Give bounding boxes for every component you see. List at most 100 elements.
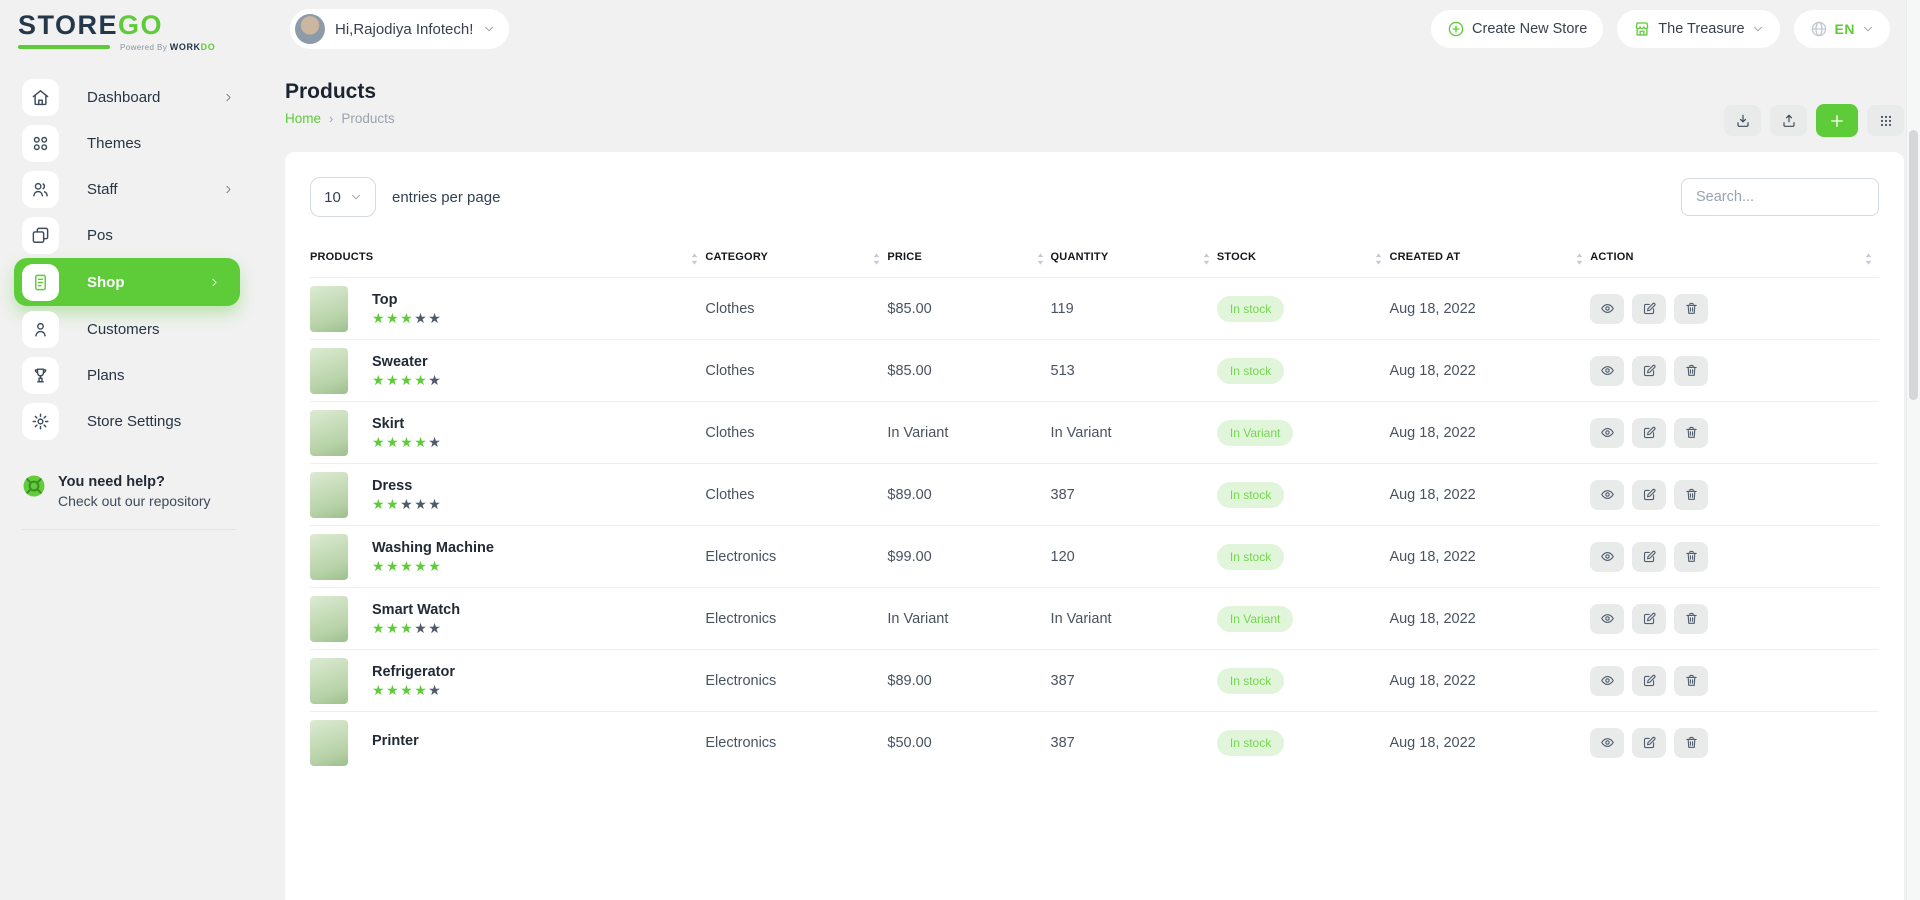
sidebar-item-themes[interactable]: Themes xyxy=(22,120,262,166)
product-price: $89.00 xyxy=(887,650,1050,712)
sidebar-item-staff[interactable]: Staff xyxy=(22,166,262,212)
view-button[interactable] xyxy=(1590,356,1624,386)
edit-icon xyxy=(1642,487,1657,502)
themes-icon xyxy=(22,125,59,162)
language-switcher-button[interactable]: EN xyxy=(1794,10,1890,48)
view-button[interactable] xyxy=(1590,728,1624,758)
trash-icon xyxy=(1684,673,1699,688)
delete-button[interactable] xyxy=(1674,356,1708,386)
created-at: Aug 18, 2022 xyxy=(1389,712,1590,774)
product-category: Clothes xyxy=(705,464,887,526)
edit-button[interactable] xyxy=(1632,666,1666,696)
star-icon: ★ xyxy=(386,372,400,388)
table-row: Dress ★★★★★ Clothes $89.00 387 In stock … xyxy=(310,464,1879,526)
product-rating-stars: ★★★★★ xyxy=(372,311,442,325)
table-header-row: PRODUCTSCATEGORYPRICEQUANTITYSTOCKCREATE… xyxy=(310,243,1879,278)
product-name: Washing Machine xyxy=(372,540,494,556)
star-icon: ★ xyxy=(414,558,428,574)
chevron-down-icon xyxy=(350,191,362,203)
download-button[interactable] xyxy=(1724,105,1761,136)
scrollbar[interactable] xyxy=(1906,0,1920,900)
create-new-store-button[interactable]: Create New Store xyxy=(1431,10,1603,48)
star-icon: ★ xyxy=(428,620,442,636)
edit-button[interactable] xyxy=(1632,480,1666,510)
sidebar-item-plans[interactable]: Plans xyxy=(22,352,262,398)
edit-button[interactable] xyxy=(1632,542,1666,572)
delete-button[interactable] xyxy=(1674,728,1708,758)
grid-view-button[interactable] xyxy=(1867,105,1904,136)
entries-per-page-select[interactable]: 10 xyxy=(310,177,376,217)
product-quantity: 119 xyxy=(1051,278,1217,340)
add-product-button[interactable] xyxy=(1816,104,1858,137)
search-input[interactable] xyxy=(1681,178,1879,216)
edit-button[interactable] xyxy=(1632,604,1666,634)
delete-button[interactable] xyxy=(1674,666,1708,696)
edit-button[interactable] xyxy=(1632,294,1666,324)
stock-badge: In stock xyxy=(1217,730,1284,756)
sidebar-item-dashboard[interactable]: Dashboard xyxy=(22,74,262,120)
chevron-right-icon xyxy=(223,184,234,195)
column-header-products: PRODUCTS xyxy=(310,243,705,278)
star-icon: ★ xyxy=(400,620,414,636)
edit-button[interactable] xyxy=(1632,728,1666,758)
product-price: In Variant xyxy=(887,588,1050,650)
sidebar-item-shop[interactable]: Shop xyxy=(14,258,240,306)
scrollbar-thumb[interactable] xyxy=(1909,130,1918,400)
upload-button[interactable] xyxy=(1770,105,1807,136)
created-at: Aug 18, 2022 xyxy=(1389,340,1590,402)
sidebar-item-pos[interactable]: Pos xyxy=(22,212,262,258)
product-rating-stars: ★★★★★ xyxy=(372,497,442,511)
edit-button[interactable] xyxy=(1632,418,1666,448)
sort-icon[interactable] xyxy=(1374,252,1383,266)
edit-icon xyxy=(1642,673,1657,688)
stock-badge: In stock xyxy=(1217,296,1284,322)
user-avatar xyxy=(295,14,325,44)
edit-button[interactable] xyxy=(1632,356,1666,386)
delete-button[interactable] xyxy=(1674,604,1708,634)
delete-button[interactable] xyxy=(1674,480,1708,510)
trash-icon xyxy=(1684,611,1699,626)
product-thumbnail xyxy=(310,472,348,518)
product-thumbnail xyxy=(310,286,348,332)
column-label: STOCK xyxy=(1217,251,1256,263)
edit-icon xyxy=(1642,735,1657,750)
sort-icon[interactable] xyxy=(872,252,881,266)
store-switcher-button[interactable]: The Treasure xyxy=(1617,10,1779,48)
column-header-action: ACTION xyxy=(1590,243,1879,278)
breadcrumb-home-link[interactable]: Home xyxy=(285,111,321,126)
delete-button[interactable] xyxy=(1674,294,1708,324)
sidebar-item-customers[interactable]: Customers xyxy=(22,306,262,352)
sort-icon[interactable] xyxy=(1575,252,1584,266)
view-button[interactable] xyxy=(1590,666,1624,696)
row-actions xyxy=(1590,542,1861,572)
chevron-right-icon xyxy=(223,92,234,103)
chevron-down-icon xyxy=(1862,23,1874,35)
sidebar-item-store-settings[interactable]: Store Settings xyxy=(22,398,262,444)
help-section[interactable]: You need help? Check out our repository xyxy=(22,474,262,509)
sort-icon[interactable] xyxy=(1202,252,1211,266)
created-at: Aug 18, 2022 xyxy=(1389,650,1590,712)
view-button[interactable] xyxy=(1590,542,1624,572)
product-name: Refrigerator xyxy=(372,664,455,680)
star-icon: ★ xyxy=(414,682,428,698)
brand-tagline: Powered By WORKDO xyxy=(18,42,250,52)
star-icon: ★ xyxy=(372,434,386,450)
delete-button[interactable] xyxy=(1674,542,1708,572)
created-at: Aug 18, 2022 xyxy=(1389,402,1590,464)
row-actions xyxy=(1590,356,1861,386)
row-actions xyxy=(1590,294,1861,324)
view-button[interactable] xyxy=(1590,418,1624,448)
user-menu-button[interactable]: Hi,Rajodiya Infotech! xyxy=(290,9,509,49)
view-button[interactable] xyxy=(1590,480,1624,510)
sort-icon[interactable] xyxy=(1036,252,1045,266)
edit-icon xyxy=(1642,301,1657,316)
view-button[interactable] xyxy=(1590,294,1624,324)
eye-icon xyxy=(1600,673,1615,688)
delete-button[interactable] xyxy=(1674,418,1708,448)
eye-icon xyxy=(1600,301,1615,316)
product-quantity: 513 xyxy=(1051,340,1217,402)
view-button[interactable] xyxy=(1590,604,1624,634)
sort-icon[interactable] xyxy=(690,252,699,266)
brand-logo[interactable]: STOREGO Powered By WORKDO xyxy=(18,6,250,52)
sort-icon[interactable] xyxy=(1864,252,1873,266)
